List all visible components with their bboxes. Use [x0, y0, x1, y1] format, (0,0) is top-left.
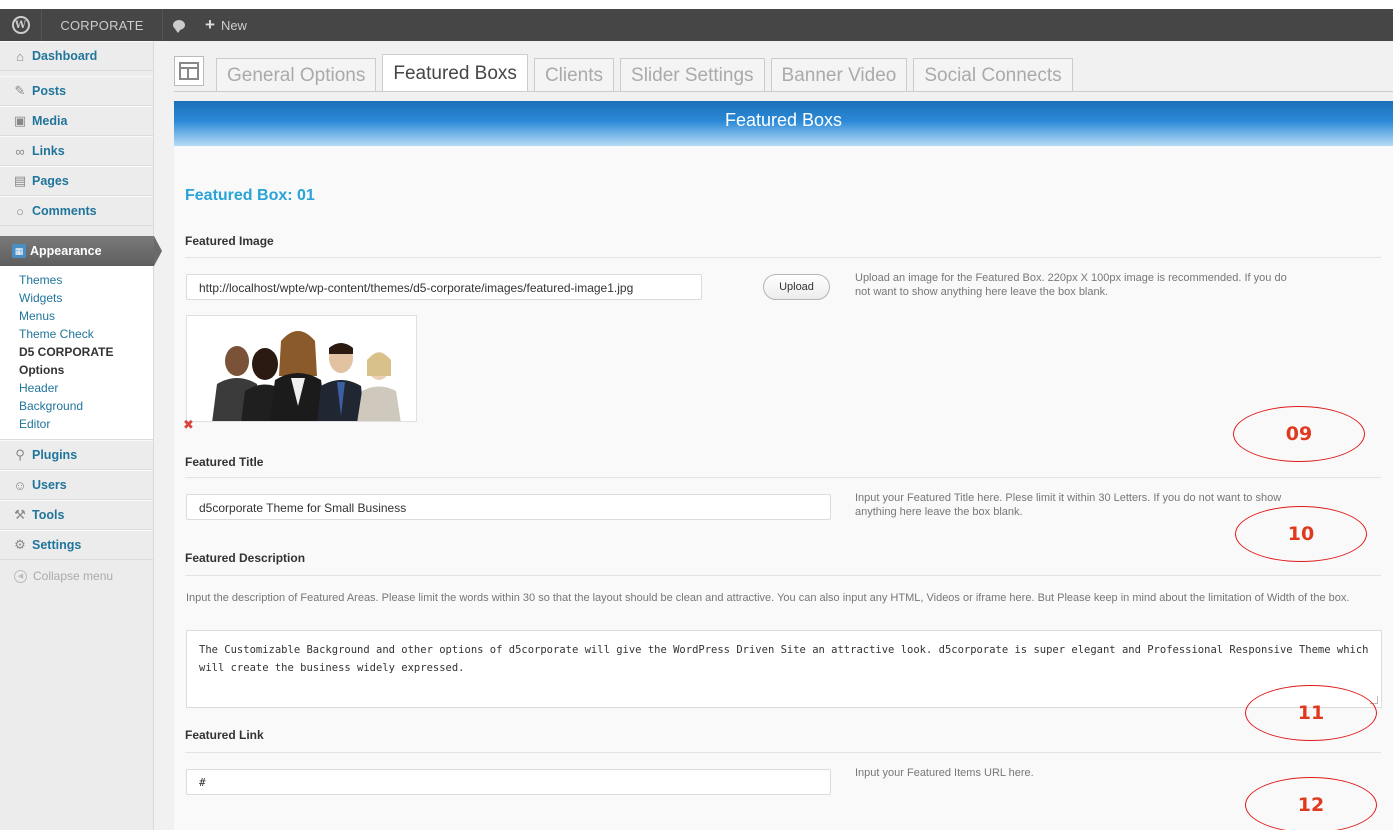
submenu-item-themes[interactable]: Themes — [0, 271, 153, 289]
submenu-item-editor[interactable]: Editor — [0, 415, 153, 433]
featured-description-help: Input the description of Featured Areas.… — [186, 592, 1350, 604]
featured-image-url-input[interactable]: http://localhost/wpte/wp-content/themes/… — [186, 274, 702, 300]
featured-title-input[interactable]: d5corporate Theme for Small Business — [186, 494, 831, 520]
comment-icon: ○ — [16, 203, 24, 219]
admin-sidebar: ⌂ Dashboard ✎ Posts ▣ Media ∞ Links ▤ Pages ○… — [0, 41, 162, 830]
sidebar-item-comments[interactable]: ○ Comments — [0, 196, 153, 226]
tab-social-connects[interactable]: Social Connects — [913, 58, 1073, 92]
sidebar-item-plugins[interactable]: ⚲ Plugins — [0, 440, 153, 470]
pin-icon: ✎ — [14, 83, 26, 98]
upload-button[interactable]: Upload — [763, 274, 830, 300]
annotation-badge: 12 — [1245, 777, 1377, 830]
new-content-button[interactable]: + New — [195, 9, 257, 41]
link-icon: ∞ — [15, 143, 25, 159]
featured-image-label: Featured Image — [185, 234, 274, 248]
tab-banner-video[interactable]: Banner Video — [770, 58, 908, 92]
section-divider — [185, 575, 1381, 576]
tab-slider-settings[interactable]: Slider Settings — [620, 58, 765, 92]
submenu-item-options[interactable]: Options — [0, 361, 153, 379]
house-icon: ⌂ — [16, 48, 24, 64]
collapse-arrow-icon: ◀ — [14, 569, 27, 583]
tabs-divider — [174, 91, 1393, 92]
submenu-item-background[interactable]: Background — [0, 397, 153, 415]
appearance-submenu: Themes Widgets Menus Theme Check D5 CORP… — [0, 266, 153, 440]
sidebar-item-media[interactable]: ▣ Media — [0, 106, 153, 136]
site-name-link[interactable]: CORPORATE — [42, 9, 163, 41]
users-icon: ☺ — [13, 477, 27, 493]
tab-featured-boxs[interactable]: Featured Boxs — [382, 54, 528, 92]
plug-icon: ⚲ — [15, 447, 25, 462]
settings-icon: ⚙ — [14, 537, 26, 552]
tab-clients[interactable]: Clients — [533, 58, 615, 92]
featured-image-help: Upload an image for the Featured Box. 22… — [855, 272, 1287, 298]
submenu-item-d5-corporate[interactable]: D5 CORPORATE — [0, 343, 153, 361]
collapse-menu-button[interactable]: ◀ Collapse menu — [0, 560, 153, 592]
options-tabs: General Options Featured Boxs Clients Sl… — [174, 52, 1079, 92]
pages-icon: ▤ — [13, 173, 27, 188]
featured-description-text: The Customizable Background and other op… — [199, 644, 1369, 674]
sidebar-item-links[interactable]: ∞ Links — [0, 136, 153, 166]
featured-link-help: Input your Featured Items URL here. — [855, 767, 1034, 779]
media-icon: ▣ — [13, 113, 27, 128]
featured-boxs-panel: Featured Boxs — [174, 101, 1393, 830]
section-divider — [185, 477, 1381, 478]
sidebar-item-pages[interactable]: ▤ Pages — [0, 166, 153, 196]
annotation-badge: 11 — [1245, 685, 1377, 741]
featured-link-label: Featured Link — [185, 728, 264, 742]
featured-title-help: Input your Featured Title here. Plese li… — [855, 492, 1282, 518]
submenu-item-menus[interactable]: Menus — [0, 307, 153, 325]
featured-box-title: Featured Box: 01 — [185, 187, 315, 204]
featured-description-textarea[interactable]: The Customizable Background and other op… — [186, 630, 1382, 708]
section-divider — [185, 257, 1381, 258]
wordpress-logo-icon[interactable]: W — [0, 9, 42, 41]
panel-header: Featured Boxs — [174, 101, 1393, 146]
comments-bubble-icon[interactable] — [163, 9, 195, 41]
sidebar-item-appearance[interactable]: ▦ Appearance — [0, 236, 162, 266]
featured-description-label: Featured Description — [185, 551, 306, 565]
sidebar-item-settings[interactable]: ⚙ Settings — [0, 530, 153, 560]
sidebar-item-tools[interactable]: ⚒ Tools — [0, 500, 153, 530]
options-panel-icon — [174, 56, 204, 86]
plus-icon: + — [205, 15, 215, 34]
submenu-item-header[interactable]: Header — [0, 379, 153, 397]
tab-general-options[interactable]: General Options — [216, 58, 377, 92]
admin-bar: W CORPORATE + New — [0, 0, 1393, 41]
submenu-item-theme-check[interactable]: Theme Check — [0, 325, 153, 343]
sidebar-item-posts[interactable]: ✎ Posts — [0, 76, 153, 106]
sidebar-item-users[interactable]: ☺ Users — [0, 470, 153, 500]
featured-image-preview — [186, 315, 417, 422]
annotation-badge: 10 — [1235, 506, 1367, 562]
featured-link-input[interactable]: # — [186, 769, 831, 795]
remove-image-icon[interactable]: ✖ — [183, 417, 194, 433]
featured-title-label: Featured Title — [185, 455, 264, 469]
tools-icon: ⚒ — [14, 507, 26, 522]
sidebar-item-dashboard[interactable]: ⌂ Dashboard — [0, 41, 153, 71]
annotation-badge: 09 — [1233, 406, 1365, 462]
appearance-icon: ▦ — [12, 244, 26, 258]
section-divider — [185, 752, 1381, 753]
submenu-item-widgets[interactable]: Widgets — [0, 289, 153, 307]
